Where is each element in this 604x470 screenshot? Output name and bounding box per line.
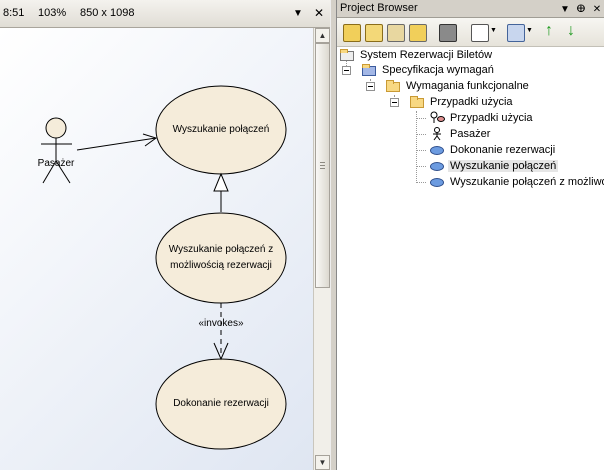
usecase-search-reservation-label-line1: Wyszukanie połączeń z bbox=[168, 244, 274, 255]
tree-item-label: Przypadki użycia bbox=[430, 96, 513, 108]
zoom-level: 103% bbox=[38, 7, 67, 19]
package-view-icon bbox=[361, 63, 377, 77]
edit-dropdown-icon[interactable]: ▼ bbox=[490, 27, 497, 34]
usecase-icon bbox=[429, 159, 445, 173]
find-icon[interactable] bbox=[439, 24, 457, 42]
association-line[interactable] bbox=[76, 137, 157, 151]
diagram-pane: 8:51 103% 850 x 1098 ▼ ✕ Pasażer Wyszuka… bbox=[0, 0, 333, 470]
project-browser-toolbar: ▼ ▼ ↑ ↓ bbox=[337, 18, 604, 47]
actor-icon bbox=[429, 127, 445, 141]
view-dropdown-icon[interactable]: ▼ bbox=[526, 27, 533, 34]
usecase-search-label: Wyszukanie połączeń bbox=[172, 124, 270, 135]
folder-icon bbox=[409, 95, 425, 109]
tree-item-label: Wyszukanie połączeń bbox=[448, 160, 559, 172]
diagram-header: 8:51 103% 850 x 1098 ▼ ✕ bbox=[0, 0, 333, 28]
folder-icon bbox=[385, 79, 401, 93]
view-options-icon[interactable] bbox=[507, 24, 525, 42]
diagram-canvas[interactable]: Pasażer Wyszukanie połączeń Wyszukanie p… bbox=[0, 28, 313, 470]
scroll-up-icon[interactable]: ▲ bbox=[315, 28, 330, 43]
tree-item-label: Pasażer bbox=[450, 128, 491, 140]
collapse-toggle-icon[interactable] bbox=[390, 98, 399, 107]
scrollbar-thumb[interactable] bbox=[315, 43, 330, 288]
move-up-icon[interactable]: ↑ bbox=[545, 22, 553, 40]
tree-item-label: Dokonanie rezerwacji bbox=[450, 144, 556, 156]
usecase-reservation-label: Dokonanie rezerwacji bbox=[173, 398, 269, 409]
tree-item-label: Przypadki użycia bbox=[450, 112, 533, 124]
diagram-size: 850 x 1098 bbox=[80, 7, 135, 19]
tree-item-usecase-reservation[interactable]: Dokonanie rezerwacji bbox=[429, 142, 557, 158]
project-browser: Project Browser ▼ ⴲ ✕ ▼ ▼ ↑ ↓ System Rez… bbox=[336, 0, 604, 470]
usecase-diagram-icon bbox=[429, 111, 445, 125]
move-down-icon[interactable]: ↓ bbox=[567, 22, 575, 40]
tree-item-usecase-search[interactable]: Wyszukanie połączeń bbox=[429, 158, 559, 174]
new-diagram-icon[interactable] bbox=[387, 24, 405, 42]
new-model-icon[interactable] bbox=[343, 24, 361, 42]
generalization-arrowhead bbox=[213, 172, 229, 192]
collapse-toggle-icon[interactable] bbox=[342, 66, 351, 75]
project-tree: System Rezerwacji Biletów Specyfikacja w… bbox=[337, 47, 604, 470]
tree-item-label: Wyszukanie połączeń z możliwo bbox=[450, 176, 604, 188]
close-icon[interactable]: ✕ bbox=[589, 1, 604, 17]
actor-label: Pasażer bbox=[37, 158, 75, 169]
diagram-time: 8:51 bbox=[3, 7, 25, 19]
dropdown-arrow-icon[interactable]: ▼ bbox=[557, 1, 573, 17]
pin-icon[interactable]: ⴲ bbox=[573, 1, 589, 17]
collapse-toggle-icon[interactable] bbox=[366, 82, 375, 91]
usecase-search-reservation-label-line2: możliwością rezerwacji bbox=[170, 260, 272, 271]
tree-item-spec[interactable]: Specyfikacja wymagań bbox=[361, 62, 496, 78]
tree-item-label: Specyfikacja wymagań bbox=[382, 64, 494, 76]
tree-item-usecase-search-reservation[interactable]: Wyszukanie połączeń z możliwo bbox=[429, 174, 604, 190]
project-browser-titlebar: Project Browser ▼ ⴲ ✕ bbox=[337, 0, 604, 18]
tree-item-usecase-diagram[interactable]: Przypadki użycia bbox=[429, 110, 535, 126]
edit-icon[interactable] bbox=[471, 24, 489, 42]
usecase-icon bbox=[429, 175, 445, 189]
project-browser-title: Project Browser bbox=[340, 2, 418, 14]
model-root-icon bbox=[339, 48, 355, 62]
close-icon[interactable]: ✕ bbox=[311, 5, 327, 21]
tree-item-root[interactable]: System Rezerwacji Biletów bbox=[339, 47, 494, 63]
actor-figure[interactable] bbox=[41, 117, 72, 184]
usecase-icon bbox=[429, 143, 445, 157]
tree-item-functional[interactable]: Wymagania funkcjonalne bbox=[385, 78, 531, 94]
scroll-down-icon[interactable]: ▼ bbox=[315, 455, 330, 470]
tree-item-label: System Rezerwacji Biletów bbox=[360, 49, 493, 61]
invokes-stereotype-label: «invokes» bbox=[198, 318, 244, 329]
tree-item-actor[interactable]: Pasażer bbox=[429, 126, 492, 142]
vertical-scrollbar[interactable]: ▲ ▼ bbox=[313, 28, 331, 470]
dropdown-arrow-icon[interactable]: ▼ bbox=[290, 5, 306, 21]
tree-item-label: Wymagania funkcjonalne bbox=[406, 80, 529, 92]
new-element-icon[interactable] bbox=[409, 24, 427, 42]
tree-item-use-cases-package[interactable]: Przypadki użycia bbox=[409, 94, 515, 110]
new-package-icon[interactable] bbox=[365, 24, 383, 42]
